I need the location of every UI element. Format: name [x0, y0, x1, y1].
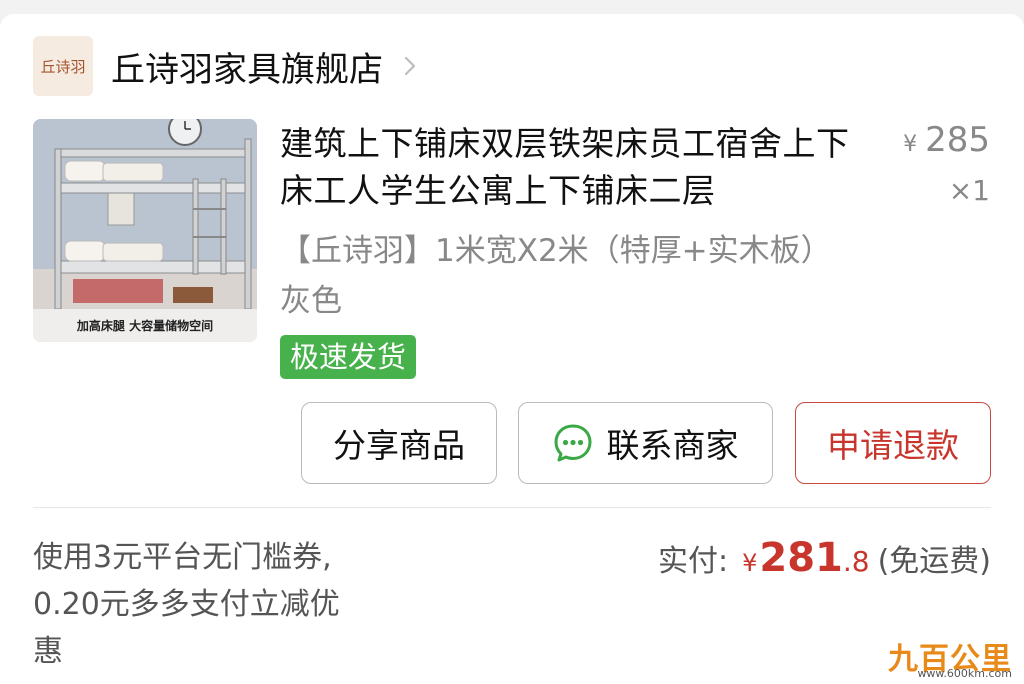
amount-integer: 281 — [759, 535, 843, 581]
site-watermark: 九百公里 www.600km.com — [884, 634, 1014, 680]
store-name[interactable]: 丘诗羽家具旗舰店 — [111, 42, 383, 91]
store-logo-text: 丘诗羽 — [40, 57, 86, 76]
price-value: 285 — [925, 120, 990, 160]
chevron-right-icon[interactable] — [399, 55, 421, 77]
store-logo[interactable]: 丘诗羽 — [33, 36, 93, 96]
share-product-label: 分享商品 — [333, 426, 465, 465]
fast-shipping-badge: 极速发货 — [280, 335, 417, 379]
store-header[interactable]: 丘诗羽 丘诗羽家具旗舰店 — [33, 36, 421, 96]
product-price: ¥285 — [903, 120, 990, 160]
amount-currency: ¥ — [742, 549, 758, 577]
contact-merchant-button[interactable]: 联系商家 — [518, 402, 773, 484]
discount-note: 使用3元平台无门槛券, 0.20元多多支付立减优惠 — [33, 540, 340, 669]
product-image[interactable]: 加高床腿 大容量储物空间 — [33, 119, 257, 342]
contact-merchant-label: 联系商家 — [606, 426, 739, 465]
share-product-button[interactable]: 分享商品 — [301, 402, 497, 484]
product-title[interactable]: 建筑上下铺床双层铁架床员工宿舍上下床工人学生公寓上下铺床二层 — [280, 120, 870, 214]
product-spec: 【丘诗羽】1米宽X2米（特厚+实木板）灰色 — [280, 233, 832, 319]
request-refund-label: 申请退款 — [827, 426, 959, 465]
order-item-card: 丘诗羽 丘诗羽家具旗舰店 加高床腿 大容量储物空间 建筑上下铺床双层铁架床员工宿… — [0, 14, 1024, 684]
divider — [33, 507, 991, 508]
shipping-note: (免运费) — [877, 544, 991, 579]
request-refund-button[interactable]: 申请退款 — [795, 402, 991, 484]
amount-decimal: .8 — [842, 545, 870, 578]
product-quantity: ×1 — [948, 174, 990, 207]
amount-paid-label: 实付: — [657, 544, 729, 579]
watermark-url: www.600km.com — [917, 667, 1012, 680]
amount-paid: 实付: ¥ 281 .8 (免运费) — [658, 535, 991, 581]
chat-bubble-icon — [553, 423, 593, 463]
price-currency: ¥ — [903, 132, 918, 157]
product-image-caption: 加高床腿 大容量储物空间 — [76, 319, 214, 333]
